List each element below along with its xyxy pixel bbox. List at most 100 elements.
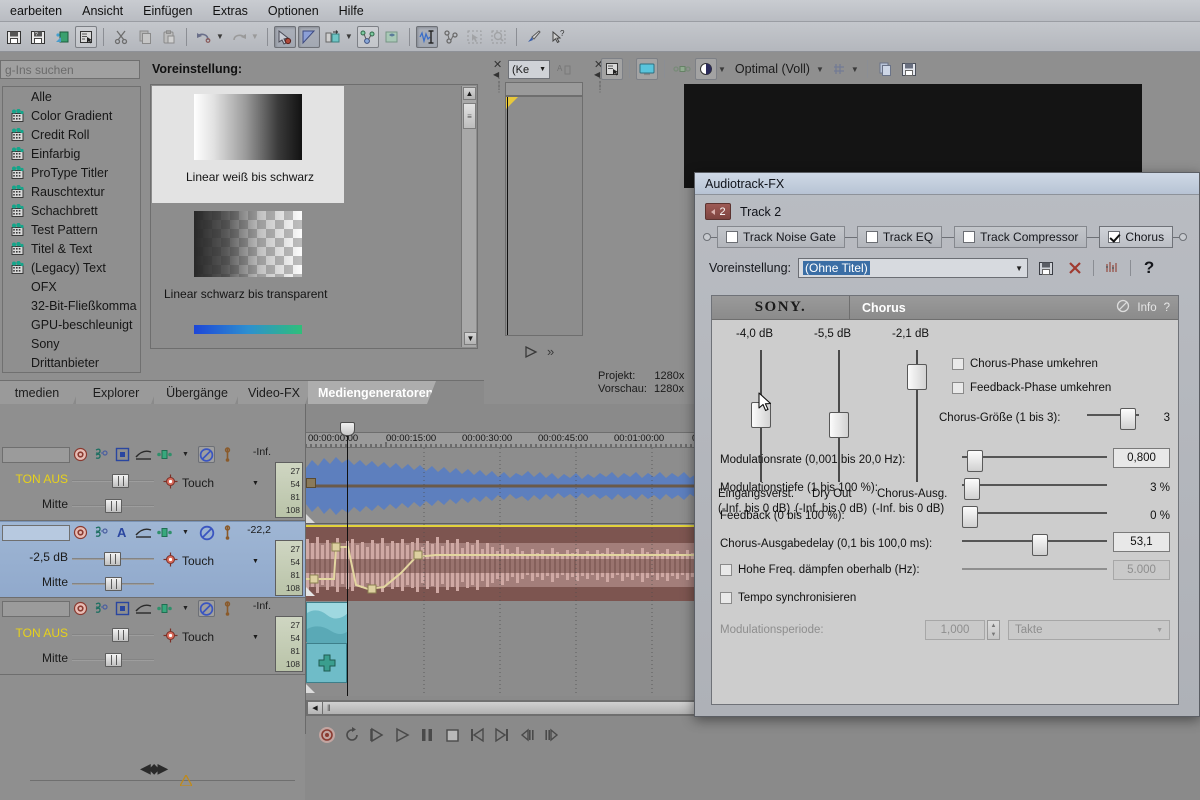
feedback-phase-invert-checkbox[interactable]: Feedback-Phase umkehren [952,382,1111,394]
scroll-down-arrow[interactable]: ▼ [464,332,477,345]
timeline-horizontal-scrollbar[interactable]: ◀ ‖ [306,700,706,716]
playhead-grip[interactable] [340,422,355,436]
envelope-edit-tool-icon[interactable] [356,25,379,48]
menu-item-optionen[interactable]: Optionen [258,2,329,20]
trimmer-pane[interactable]: » [505,82,583,359]
tree-item-13[interactable]: Sony [3,334,140,353]
plugin-category-tree[interactable]: Alle Color Gradient Credit Roll Einfarbig Pr… [2,86,141,373]
track-volume-fader[interactable] [72,628,154,642]
pan-caret-icon[interactable]: ▼ [177,446,194,463]
preset-list-pane[interactable]: Linear weiß bis schwarz Linear schwarz b… [150,84,478,349]
fx-icon[interactable] [93,524,110,541]
record-arm-icon[interactable] [72,524,89,541]
split-screen-icon[interactable] [671,58,693,80]
plugin-help-label[interactable]: ? [1164,302,1170,314]
trimmer-cursor[interactable] [507,97,508,335]
preview-display-icon[interactable] [636,58,658,80]
menu-item-einfgen[interactable]: Einfügen [133,2,202,20]
dock-tab-1[interactable]: Explorer [76,381,160,404]
chain-checkbox-track-eq[interactable] [865,231,878,243]
menu-item-extras[interactable]: Extras [202,2,257,20]
chorus-size-slider[interactable] [1087,408,1139,430]
magnify-icon[interactable] [488,26,510,48]
timeline-track-3[interactable] [306,602,706,696]
checkbox-box[interactable] [952,358,964,370]
drag-dots[interactable]: ⋮ ⋮ ⋮ [495,78,503,94]
save-icon[interactable] [3,26,25,48]
track-header-3[interactable]: ▼ -Inf. TON AUS Touch ▼ Mitte 27 54 81 108 [0,598,305,675]
track-pan-fader[interactable] [72,499,154,513]
chevron-down-icon[interactable]: ▼ [539,66,546,73]
paste-icon[interactable] [158,26,180,48]
compositing-icon[interactable] [135,446,152,463]
dock-tab-3[interactable]: Video-FX [238,381,314,404]
tree-item-3[interactable]: Einfarbig [3,144,140,163]
tree-item-0[interactable]: Alle [3,87,140,106]
pan-type-icon[interactable] [156,446,173,463]
pan-caret-icon[interactable]: ▼ [177,524,194,541]
timeline-tracks-area[interactable] [306,448,706,696]
save-preset-icon[interactable] [1035,258,1057,278]
pan-type-icon[interactable] [156,600,173,617]
trimmer-body[interactable] [505,96,583,336]
plugin-search-input[interactable]: g-Ins suchen [0,60,140,79]
feedback-slider[interactable] [962,506,1107,528]
solo-icon[interactable] [219,446,236,463]
dock-tab-0[interactable]: tmedien [0,381,82,404]
overlay-icon[interactable] [695,58,717,80]
video-clip-3b[interactable] [306,643,347,683]
compositing-icon[interactable] [135,524,152,541]
timeline-ruler[interactable]: 00:00:00:00 00:00:15:00 00:00:30:00 00:00:4… [306,432,706,448]
timeline-track-2[interactable] [306,525,706,601]
timeline-panel[interactable]: 00:00:00:00 00:00:15:00 00:00:30:00 00:00:4… [305,404,706,743]
track-name-input[interactable] [2,447,70,463]
render-icon[interactable] [51,26,73,48]
preset-card-1[interactable]: Linear schwarz bis transparent [152,203,344,321]
normal-edit-tool-icon[interactable] [322,26,344,48]
solo-icon[interactable] [219,524,236,541]
chorus-output-delay-value[interactable]: 53,1 [1113,532,1170,552]
quality-caret-icon[interactable]: ▼ [816,65,824,74]
clip-fade-handle[interactable] [306,478,316,488]
preset-card-0[interactable]: Linear weiß bis schwarz [152,86,344,203]
audio-clip-1[interactable] [306,448,706,523]
solo-icon[interactable] [219,600,236,617]
next-frame-icon[interactable]: » [547,344,554,359]
slider-knob[interactable] [1120,408,1136,430]
grid-caret-icon[interactable]: ▼ [851,65,859,74]
track-name-input[interactable] [2,601,70,617]
record-icon[interactable] [316,724,338,746]
track-automation-mode[interactable]: Touch ▼ [163,628,259,646]
chevron-down-icon[interactable]: ▼ [1015,264,1023,273]
fader-knob[interactable] [112,474,129,488]
track-automation-mode[interactable]: Touch ▼ [163,552,259,570]
preset-scrollbar[interactable]: ▲ ≡ ▼ [461,86,477,347]
clip-fade-corner[interactable] [306,684,315,693]
edit-tool-caret-icon[interactable]: ▼ [345,32,353,41]
fader-knob[interactable] [907,364,927,390]
chain-checkbox-track-compressor[interactable] [963,231,976,243]
scrollbar-thumb[interactable]: ≡ [463,103,476,129]
go-to-start-icon[interactable] [466,724,488,746]
preset-combo[interactable]: (Ohne Titel) ▼ [798,258,1029,278]
paint-icon[interactable] [523,26,545,48]
chain-checkbox-chorus[interactable] [1108,231,1121,243]
tree-item-7[interactable]: Test Pattern [3,220,140,239]
chorus-phase-invert-checkbox[interactable]: Chorus-Phase umkehren [952,358,1098,370]
dock-tab-2[interactable]: Übergänge [154,381,244,404]
stop-icon[interactable] [441,724,463,746]
track-type-icon[interactable] [114,446,131,463]
menu-item-ansicht[interactable]: Ansicht [72,2,133,20]
tree-item-2[interactable]: Credit Roll [3,125,140,144]
fader-knob[interactable] [829,412,849,438]
play-from-start-icon[interactable] [366,724,388,746]
save-as-icon[interactable]: ? [27,26,49,48]
preview-quality-label[interactable]: Optimal (Voll) [735,62,810,76]
chain-checkbox-noise-gate[interactable] [726,231,738,243]
plugin-info-label[interactable]: Info [1137,302,1156,314]
slider-knob[interactable] [967,450,983,472]
mixer-resize-handle[interactable]: ◀◆▶ [140,760,168,777]
tree-item-11[interactable]: 32-Bit-Fließkomma [3,296,140,315]
project-properties-icon[interactable] [601,58,623,80]
cut-icon[interactable] [110,26,132,48]
